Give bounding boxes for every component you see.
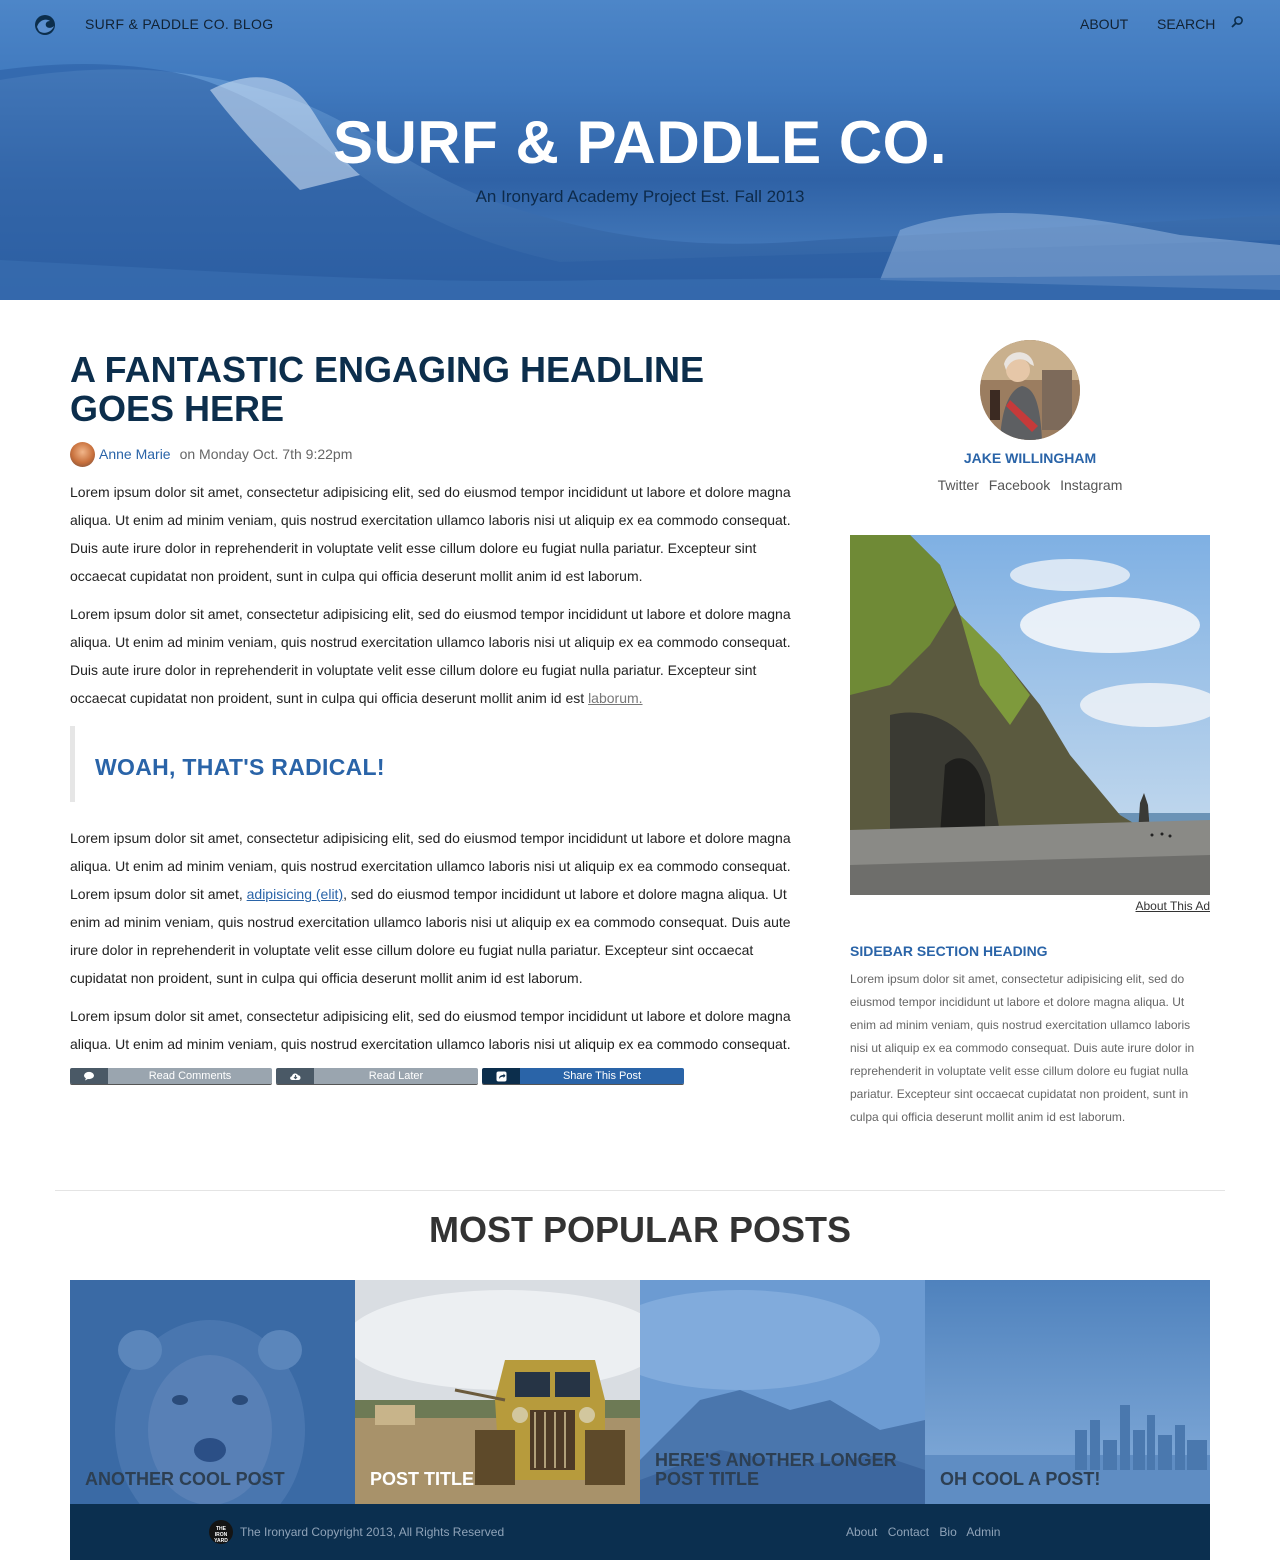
share-post-button[interactable]: Share This Post <box>482 1068 684 1084</box>
footer-admin-link[interactable]: Admin <box>966 1525 1000 1539</box>
popular-post-tile[interactable]: POST TITLE <box>355 1280 640 1504</box>
popular-post-tile[interactable]: OH COOL A POST! <box>925 1280 1210 1504</box>
post-actions: Read Comments Read Later Share This Post <box>70 1068 810 1084</box>
sidebar-ad-image[interactable] <box>850 535 1210 895</box>
adipisicing-link[interactable]: adipisicing (elit) <box>247 886 343 902</box>
top-navigation: SURF & PADDLE CO. BLOG ABOUT SEARCH <box>0 0 1280 50</box>
read-comments-label: Read Comments <box>108 1068 272 1084</box>
wave-logo-icon[interactable] <box>34 14 56 36</box>
read-later-label: Read Later <box>314 1068 478 1084</box>
sidebar-section-text: Lorem ipsum dolor sit amet, consectetur … <box>850 972 1195 1124</box>
sidebar-section-heading: SIDEBAR SECTION HEADING <box>850 943 1048 959</box>
instagram-link[interactable]: Instagram <box>1060 477 1122 493</box>
profile-name[interactable]: JAKE WILLINGHAM <box>850 450 1210 466</box>
hero-banner: SURF & PADDLE CO. BLOG ABOUT SEARCH SURF… <box>0 0 1280 300</box>
read-comments-button[interactable]: Read Comments <box>70 1068 272 1084</box>
twitter-link[interactable]: Twitter <box>938 477 979 493</box>
site-footer: THE IRON YARD The Ironyard Copyright 2013,… <box>70 1504 1210 1560</box>
pull-quote-text: WOAH, THAT'S RADICAL! <box>95 754 385 780</box>
popular-post-tile[interactable]: HERE'S ANOTHER LONGER POST TITLE <box>640 1280 925 1504</box>
author-avatar <box>70 441 95 467</box>
social-links: Twitter Facebook Instagram <box>850 477 1210 493</box>
footer-links: About Contact Bio Admin <box>846 1525 1007 1539</box>
about-this-ad-link[interactable]: About This Ad <box>1110 899 1211 913</box>
read-later-button[interactable]: Read Later <box>276 1068 478 1084</box>
popular-post-tile[interactable]: ANOTHER COOL POST <box>70 1280 355 1504</box>
section-divider <box>55 1190 1225 1191</box>
ironyard-logo-icon: THE IRON YARD <box>209 1520 233 1544</box>
profile-avatar[interactable] <box>980 340 1080 440</box>
post-paragraph: Lorem ipsum dolor sit amet, consectetur … <box>70 600 810 712</box>
nav-about-link[interactable]: ABOUT <box>1080 16 1128 32</box>
post-paragraph: Lorem ipsum dolor sit amet, consectetur … <box>70 824 810 992</box>
share-post-label: Share This Post <box>520 1068 684 1084</box>
post-headline: A FANTASTIC ENGAGING HEADLINE GOES HERE <box>70 349 705 429</box>
post-meta: Anne Marie on Monday Oct. 7th 9:22pm <box>70 441 810 467</box>
comment-icon <box>70 1068 108 1084</box>
popular-posts-heading: MOST POPULAR POSTS <box>428 1209 852 1250</box>
laborum-link[interactable]: laborum. <box>588 690 642 706</box>
copyright-text: The Ironyard Copyright 2013, All Rights … <box>240 1525 505 1539</box>
site-title: SURF & PADDLE CO. <box>332 109 948 176</box>
footer-bio-link[interactable]: Bio <box>939 1525 956 1539</box>
post-paragraph: Lorem ipsum dolor sit amet, consectetur … <box>70 484 791 584</box>
search-icon[interactable] <box>1230 15 1244 29</box>
popular-post-title: OH COOL A POST! <box>940 1469 1101 1489</box>
popular-post-title: POST TITLE <box>370 1469 475 1489</box>
popular-posts-grid: ANOTHER COOL POST POST TITLE HERE'S ANOT… <box>70 1280 1210 1504</box>
nav-search-link[interactable]: SEARCH <box>1157 16 1215 32</box>
post-paragraph: Lorem ipsum dolor sit amet, consectetur … <box>70 1008 791 1052</box>
share-icon <box>482 1068 520 1084</box>
facebook-link[interactable]: Facebook <box>989 477 1050 493</box>
author-link[interactable]: Anne Marie <box>99 446 171 462</box>
cloud-download-icon <box>276 1068 314 1084</box>
blog-post: A FANTASTIC ENGAGING HEADLINE GOES HERE … <box>70 350 810 1084</box>
footer-contact-link[interactable]: Contact <box>888 1525 929 1539</box>
site-tagline: An Ironyard Academy Project Est. Fall 20… <box>475 187 805 206</box>
popular-post-title: ANOTHER COOL POST <box>85 1469 285 1489</box>
pull-quote: WOAH, THAT'S RADICAL! <box>70 726 810 802</box>
paragraph-text: Lorem ipsum dolor sit amet, consectetur … <box>70 606 791 706</box>
post-date: on Monday Oct. 7th 9:22pm <box>179 446 353 462</box>
blog-name-link[interactable]: SURF & PADDLE CO. BLOG <box>85 16 273 32</box>
footer-about-link[interactable]: About <box>846 1525 877 1539</box>
popular-post-title: HERE'S ANOTHER LONGER POST TITLE <box>655 1450 897 1489</box>
